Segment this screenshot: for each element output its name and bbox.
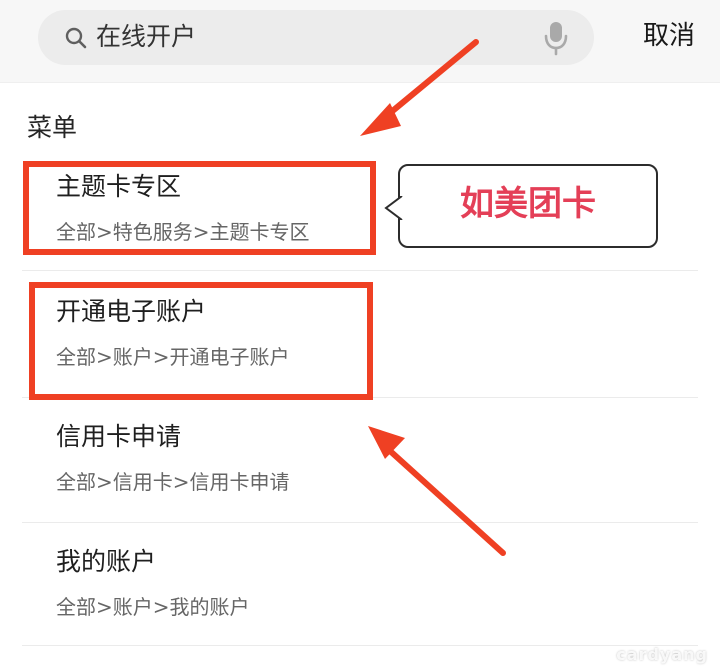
divider [22,397,698,398]
callout-text: 如美团卡 [460,184,596,224]
search-bar: 在线开户 取消 [0,0,720,83]
annotation-callout: 如美团卡 [384,164,658,248]
menu-item-path: 全部>账户>我的账户 [56,595,250,619]
search-query-text: 在线开户 [96,22,197,51]
menu-item-open-electronic-account[interactable]: 开通电子账户 全部>账户>开通电子账户 [56,295,616,371]
menu-item-path: 全部>账户>开通电子账户 [56,345,290,369]
menu-item-path: 全部>信用卡>信用卡申请 [56,470,290,494]
microphone-icon[interactable] [542,20,570,56]
divider [22,522,698,523]
menu-item-my-account[interactable]: 我的账户 全部>账户>我的账户 [56,545,616,621]
search-icon [64,26,88,50]
menu-item-title: 信用卡申请 [56,422,182,451]
search-input[interactable]: 在线开户 [38,10,594,65]
watermark: cardyang [616,645,708,664]
section-title-menu: 菜单 [27,113,78,142]
divider [22,270,698,271]
menu-item-credit-card-application[interactable]: 信用卡申请 全部>信用卡>信用卡申请 [56,420,616,496]
menu-item-title: 我的账户 [56,547,157,576]
cancel-button[interactable]: 取消 [643,18,695,54]
menu-item-title: 开通电子账户 [56,297,207,326]
divider [22,645,698,646]
